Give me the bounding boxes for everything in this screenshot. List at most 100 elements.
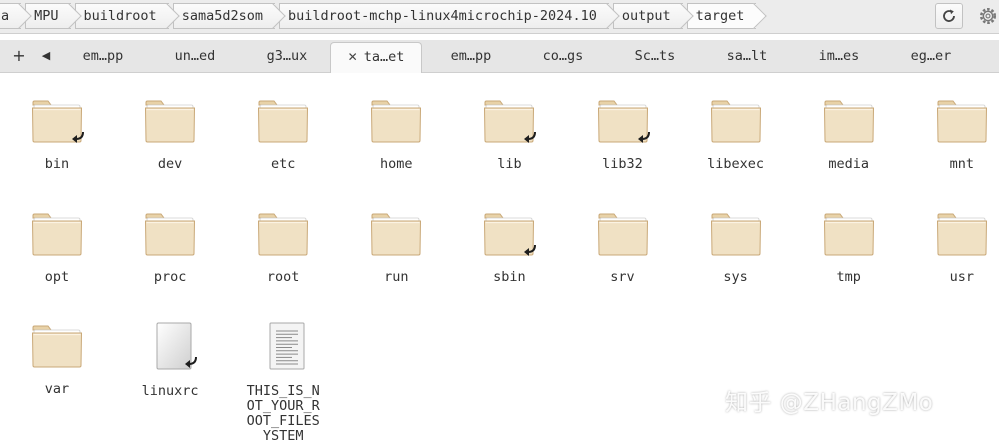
tab-item[interactable]: em…pp — [428, 42, 514, 71]
tab-item[interactable]: un…ed — [152, 42, 238, 71]
item-label: tmp — [836, 268, 861, 285]
item-label: opt — [44, 268, 70, 285]
settings-button[interactable] — [977, 3, 999, 29]
folder-item-srv[interactable]: srv — [573, 210, 673, 285]
file-item-this_is_not_your_root_fi[interactable]: THIS_IS_NOT_YOUR_ROOT_FILESYSTEM — [233, 322, 333, 444]
plus-icon: + — [12, 46, 26, 65]
tab-scroll-left-button[interactable]: ◀ — [37, 46, 55, 66]
icon-wrapper — [144, 322, 198, 370]
new-tab-button[interactable]: + — [10, 46, 28, 66]
folder-item-usr[interactable]: usr — [912, 210, 999, 285]
folder-item-root[interactable]: root — [233, 210, 333, 285]
tab-item[interactable]: sa…lt — [704, 42, 790, 71]
folder-icon — [823, 100, 874, 143]
icon-wrapper — [710, 210, 762, 258]
item-label: bin — [44, 156, 70, 172]
folder-item-mnt[interactable]: mnt — [912, 97, 999, 172]
icon-wrapper — [936, 97, 988, 145]
crumb-mpu[interactable]: MPU — [25, 3, 71, 29]
symlink-arrow-icon — [72, 131, 84, 143]
item-label: run — [384, 268, 409, 285]
folder-icon — [31, 325, 83, 368]
icon-wrapper — [483, 210, 537, 258]
text-file-icon — [269, 322, 305, 370]
item-label: mnt — [949, 156, 974, 172]
folder-item-libexec[interactable]: libexec — [686, 97, 786, 172]
tab-item[interactable]: co…gs — [520, 42, 606, 71]
item-label: srv — [610, 268, 635, 285]
icon-wrapper — [823, 210, 875, 258]
folder-icon — [823, 213, 874, 255]
item-label: proc — [153, 268, 187, 285]
gear-icon — [979, 7, 997, 25]
tab-bar: + ◀ em…pp un…ed g3…ux ✕ ta…et em…pp co…gs… — [0, 40, 999, 73]
tab-active-target[interactable]: ✕ ta…et — [330, 42, 422, 73]
folder-icon — [145, 100, 196, 143]
icon-wrapper — [710, 97, 762, 145]
crumb-a[interactable]: a — [0, 3, 22, 29]
tab-item[interactable]: g3…ux — [244, 42, 330, 71]
icon-wrapper — [31, 210, 83, 258]
folder-item-tmp[interactable]: tmp — [799, 210, 899, 285]
folder-item-bin[interactable]: bin — [7, 97, 107, 172]
folder-item-etc[interactable]: etc — [233, 97, 333, 172]
tab-item[interactable]: em…pp — [60, 42, 146, 71]
folder-icon — [371, 213, 422, 255]
folder-item-sbin[interactable]: sbin — [459, 210, 559, 285]
folder-item-sys[interactable]: sys — [686, 210, 786, 285]
icon-wrapper — [370, 97, 422, 145]
icon-wrapper — [936, 210, 988, 258]
folder-icon — [710, 213, 761, 255]
file-item-linuxrc[interactable]: linuxrc — [120, 322, 220, 399]
crumb-sama5d2som[interactable]: sama5d2som — [172, 3, 275, 29]
folder-item-media[interactable]: media — [799, 97, 899, 172]
folder-item-lib32[interactable]: lib32 — [573, 97, 673, 172]
breadcrumb: a MPU buildroot sama5d2som buildroot-mch… — [0, 3, 760, 29]
folder-item-run[interactable]: run — [346, 210, 446, 285]
item-label: THIS_IS_NOT_YOUR_ROOT_FILESYSTEM — [246, 383, 320, 444]
item-label: root — [266, 268, 300, 285]
folder-icon — [258, 213, 309, 255]
close-tab-icon[interactable]: ✕ — [348, 50, 358, 64]
reload-icon — [943, 9, 955, 22]
folder-icon — [597, 213, 648, 255]
watermark: 知乎 @ZHangZMo — [725, 390, 934, 416]
crumb-target[interactable]: target — [686, 3, 757, 29]
folder-icon — [936, 213, 987, 255]
crumb-output[interactable]: output — [612, 3, 683, 29]
reload-button[interactable] — [935, 3, 963, 29]
item-label: libexec — [707, 156, 765, 172]
symlink-arrow-icon — [524, 244, 537, 256]
symlink-arrow-icon — [185, 356, 198, 368]
item-label: media — [828, 156, 869, 172]
crumb-buildroot[interactable]: buildroot — [74, 3, 169, 29]
symlink-arrow-icon — [637, 131, 650, 143]
item-label: lib — [497, 156, 522, 172]
icon-wrapper — [483, 97, 537, 145]
folder-item-var[interactable]: var — [7, 322, 107, 397]
tab-item[interactable]: Sc…ts — [612, 42, 698, 71]
icon-wrapper — [31, 322, 83, 370]
icon-wrapper — [597, 97, 650, 145]
folder-icon — [371, 100, 422, 143]
folder-item-home[interactable]: home — [346, 97, 446, 172]
folder-icon — [258, 100, 309, 143]
item-label: dev — [157, 156, 183, 172]
item-label: etc — [270, 156, 296, 172]
folder-item-proc[interactable]: proc — [120, 210, 220, 285]
icon-wrapper — [144, 97, 196, 145]
tab-item[interactable]: im…es — [796, 42, 882, 71]
symlink-arrow-icon — [524, 131, 537, 143]
tab-item[interactable]: eg…er — [888, 42, 974, 71]
folder-item-dev[interactable]: dev — [120, 97, 220, 172]
item-label: home — [380, 156, 413, 172]
folder-item-lib[interactable]: lib — [459, 97, 559, 172]
folder-item-opt[interactable]: opt — [7, 210, 107, 285]
item-label: sys — [723, 268, 748, 285]
icon-wrapper — [257, 322, 309, 370]
icon-wrapper — [144, 210, 196, 258]
icon-wrapper — [370, 210, 422, 258]
folder-icon — [31, 213, 83, 255]
item-label: var — [44, 381, 70, 397]
crumb-buildroot-mchp[interactable]: buildroot-mchp-linux4microchip-2024.10 — [278, 3, 609, 29]
